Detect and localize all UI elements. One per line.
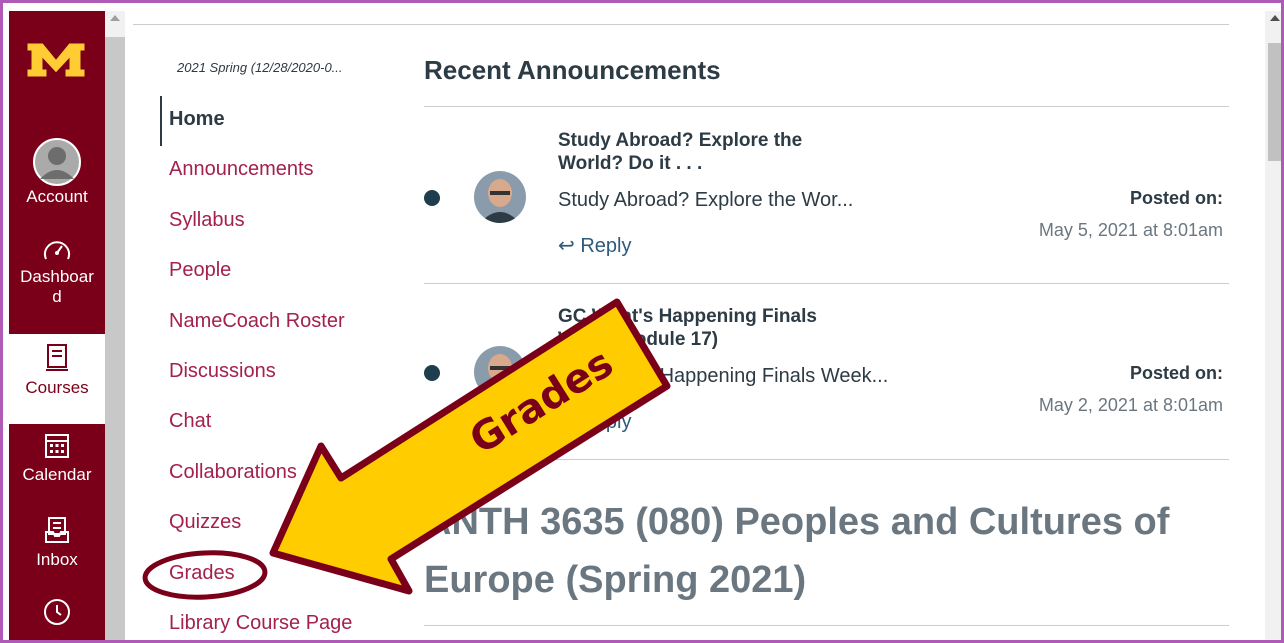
announcement-title[interactable]: GC What's Happening Finals Week (Module … <box>558 305 858 351</box>
posted-label: Posted on: <box>1130 188 1223 208</box>
unread-dot-icon <box>424 190 440 206</box>
course-nav-library-course-page[interactable]: Library Course Page <box>169 612 352 635</box>
course-nav-announcements[interactable]: Announcements <box>169 158 314 181</box>
author-avatar[interactable] <box>474 171 526 223</box>
page-scrollbar-thumb[interactable] <box>1268 43 1281 161</box>
inbox-icon <box>45 517 69 543</box>
scroll-up-arrow-icon[interactable] <box>1270 15 1280 21</box>
global-nav-history[interactable] <box>9 597 105 627</box>
recent-announcements-heading: Recent Announcements <box>424 55 721 85</box>
global-nav-label: Inbox <box>36 550 78 569</box>
course-nav-chat[interactable]: Chat <box>169 410 211 433</box>
history-clock-icon <box>44 599 70 625</box>
posted-date: May 5, 2021 at 8:01am <box>1038 220 1223 240</box>
global-nav-label: Dashboar d <box>20 267 94 306</box>
course-nav-grades[interactable]: Grades <box>169 562 235 585</box>
course-nav-quizzes[interactable]: Quizzes <box>169 511 241 534</box>
course-nav-home[interactable]: Home <box>169 108 225 131</box>
global-nav-calendar[interactable]: Calendar <box>9 431 105 485</box>
global-nav-courses[interactable]: Courses <box>9 334 105 424</box>
browser-frame: Account Dashboar d Courses Calendar Inbo… <box>0 0 1284 643</box>
divider <box>424 459 1229 460</box>
announcement-message: Study Abroad? Explore the Wor... <box>558 189 854 211</box>
announcement-title[interactable]: Study Abroad? Explore the World? Do it .… <box>558 129 858 175</box>
global-nav-inbox[interactable]: Inbox <box>9 516 105 570</box>
posted-date: May 2, 2021 at 8:01am <box>1038 395 1223 415</box>
global-nav-label: Courses <box>25 378 89 397</box>
announcement-message: GC What's Happening Finals Week... <box>558 365 889 387</box>
account-avatar-icon <box>33 138 81 186</box>
reply-label: Reply <box>580 411 632 433</box>
global-nav: Account Dashboar d Courses Calendar Inbo… <box>9 11 105 640</box>
course-title: ANTH 3635 (080) Peoples and Cultures of … <box>424 501 1170 601</box>
posted-label: Posted on: <box>1130 363 1223 383</box>
reply-link[interactable]: ↩ Reply <box>558 409 631 434</box>
divider <box>424 283 1229 284</box>
reply-label: Reply <box>580 235 632 257</box>
course-nav-discussions[interactable]: Discussions <box>169 360 276 383</box>
scroll-up-arrow-icon[interactable] <box>110 15 120 21</box>
active-indicator <box>160 96 162 146</box>
course-term: 2021 Spring (12/28/2020-0... <box>177 60 343 75</box>
course-nav-people[interactable]: People <box>169 259 231 282</box>
reply-arrow-icon: ↩ <box>558 235 575 257</box>
reply-link[interactable]: ↩ Reply <box>558 233 631 258</box>
author-avatar[interactable] <box>474 346 526 398</box>
divider <box>424 106 1229 107</box>
course-nav-syllabus[interactable]: Syllabus <box>169 209 245 232</box>
dashboard-icon <box>44 241 70 260</box>
unread-dot-icon <box>424 365 440 381</box>
course-nav-namecoach-roster[interactable]: NameCoach Roster <box>169 310 345 333</box>
divider <box>424 625 1229 626</box>
global-nav-account[interactable]: Account <box>9 137 105 207</box>
calendar-icon <box>45 434 69 458</box>
course-nav-collaborations[interactable]: Collaborations <box>169 461 297 484</box>
course-nav-scrollbar[interactable] <box>105 11 125 640</box>
header-divider <box>133 24 1229 25</box>
reply-arrow-icon: ↩ <box>558 411 575 433</box>
university-logo[interactable] <box>25 39 87 86</box>
global-nav-label: Calendar <box>22 465 92 484</box>
global-nav-dashboard[interactable]: Dashboar d <box>9 237 105 307</box>
courses-icon <box>46 344 68 371</box>
global-nav-label: Account <box>26 187 88 206</box>
